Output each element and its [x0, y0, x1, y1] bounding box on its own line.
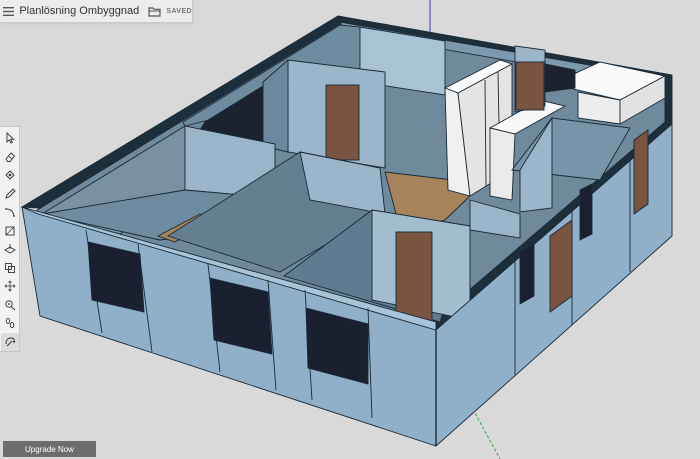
orbit-tool[interactable] — [0, 332, 19, 351]
building-model[interactable] — [20, 15, 673, 448]
move-arrows-icon — [4, 280, 15, 292]
arrow-cursor-icon — [6, 132, 15, 144]
model-viewport[interactable] — [0, 0, 700, 459]
tool-palette — [0, 126, 20, 352]
select-tool[interactable] — [1, 129, 19, 147]
door-side-far — [633, 129, 649, 215]
arc-tool[interactable] — [1, 203, 19, 221]
door-center — [325, 84, 360, 161]
push-pull-icon — [3, 244, 16, 254]
folder-icon — [148, 6, 161, 17]
door-back-right — [515, 61, 545, 111]
rectangle-icon — [5, 226, 14, 235]
door-side-right — [549, 219, 573, 313]
paint-bucket-icon — [4, 170, 15, 180]
upgrade-now-button[interactable]: Upgrade Now — [3, 441, 96, 457]
orbit-icon — [5, 337, 15, 346]
window-right-1 — [519, 243, 535, 305]
pencil-icon — [4, 187, 16, 199]
hamburger-menu-icon — [3, 6, 15, 16]
push-pull-tool[interactable] — [1, 240, 19, 258]
offset-tool[interactable] — [1, 259, 19, 277]
window-right-2 — [579, 183, 593, 241]
title-bar: Planlösning Ombyggnad SAVED — [0, 0, 193, 23]
arc-icon — [4, 208, 15, 217]
tape-measure-icon — [4, 299, 15, 310]
paint-bucket-tool[interactable] — [1, 166, 19, 184]
counter-front — [489, 127, 516, 201]
eraser-tool[interactable] — [1, 148, 19, 166]
footprints-tool[interactable] — [1, 314, 19, 332]
door-right — [395, 231, 433, 323]
tape-measure-tool[interactable] — [1, 296, 19, 314]
eraser-icon — [4, 151, 15, 162]
menu-button[interactable] — [0, 0, 17, 23]
save-status: SAVED — [166, 7, 192, 15]
move-tool[interactable] — [1, 277, 19, 295]
footprints-icon — [5, 317, 14, 329]
document-title[interactable]: Planlösning Ombyggnad — [19, 5, 139, 17]
rectangle-tool[interactable] — [1, 222, 19, 240]
offset-icon — [4, 262, 15, 273]
pencil-line-tool[interactable] — [1, 185, 19, 203]
open-folder-button[interactable] — [147, 0, 161, 23]
